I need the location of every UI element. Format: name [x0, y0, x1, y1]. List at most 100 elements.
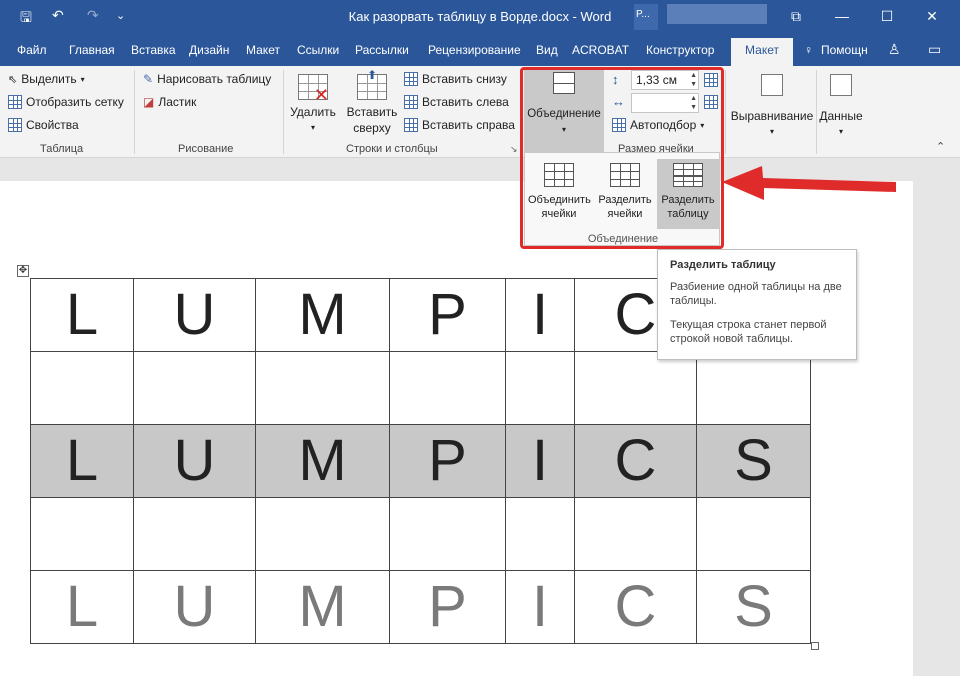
cursor-icon: ⇖ [8, 73, 18, 86]
split-table-tooltip: Разделить таблицу Разбиение одной таблиц… [657, 249, 857, 360]
spinner-icon[interactable]: ▲ ▼ [690, 71, 697, 89]
table-cell[interactable]: M [255, 570, 390, 644]
table-cell[interactable] [133, 351, 256, 425]
table-cell[interactable]: P [389, 570, 506, 644]
table-cell[interactable]: U [133, 424, 256, 498]
table-cell[interactable]: L [30, 424, 134, 498]
chevron-down-icon: ▾ [561, 125, 566, 134]
tab-review[interactable]: Рецензирование [428, 43, 521, 57]
table-cell[interactable] [30, 351, 134, 425]
table-cell[interactable] [574, 351, 697, 425]
table-cell[interactable] [696, 351, 811, 425]
lightbulb-icon: ♀ [804, 43, 813, 57]
insert-right-button[interactable]: Вставить справа [404, 118, 515, 132]
table-cell[interactable]: I [505, 278, 575, 352]
table-cell[interactable] [505, 351, 575, 425]
insert-right-icon [404, 118, 418, 132]
table-cell[interactable] [255, 497, 390, 571]
maximize-button[interactable]: ☐ [867, 5, 907, 27]
table-move-handle-icon[interactable]: ✥ [17, 265, 29, 277]
eraser-button[interactable]: ◪ Ластик [143, 95, 196, 109]
select-button[interactable]: ⇖ Выделить ▾ [8, 72, 85, 86]
alignment-label: Выравнивание [730, 109, 814, 123]
table-cell[interactable]: U [133, 278, 256, 352]
tab-page-layout[interactable]: Макет [246, 43, 280, 57]
table-cell[interactable]: S [696, 424, 811, 498]
distribute-rows-icon[interactable] [704, 73, 718, 87]
tooltip-note: Текущая строка станет первой строкой нов… [670, 319, 827, 345]
merge-panel-group-label: Объединение [587, 233, 659, 245]
table-cell[interactable]: C [574, 424, 697, 498]
merge-cells-button[interactable]: Объединить ячейки [528, 159, 591, 229]
table-cell[interactable]: L [30, 278, 134, 352]
tab-mailings[interactable]: Рассылки [355, 43, 409, 57]
insert-above-icon: ⬆ [357, 68, 387, 100]
merge-cells-label-2: ячейки [541, 208, 577, 220]
tab-insert[interactable]: Вставка [131, 43, 176, 57]
table-row-selected: L U M P I C S [30, 424, 811, 498]
table-row: L U M P I C S [30, 570, 811, 644]
table-resize-handle[interactable] [811, 642, 819, 650]
row-height-input[interactable]: 1,33 см ▲ ▼ [631, 70, 699, 90]
group-label-draw: Рисование [178, 143, 234, 155]
table-cell[interactable] [255, 351, 390, 425]
tab-view[interactable]: Вид [536, 43, 558, 57]
tab-acrobat[interactable]: ACROBAT [572, 43, 629, 57]
view-gridlines-button[interactable]: Отобразить сетку [8, 95, 124, 109]
autofit-icon [612, 118, 626, 132]
alignment-icon [761, 74, 783, 96]
tell-me-search[interactable]: Помощн [821, 43, 868, 57]
insert-above-button[interactable]: ⬆ Вставить сверху [344, 68, 400, 136]
autofit-button[interactable]: Автоподбор ▾ [612, 118, 704, 132]
user-account[interactable]: P... [634, 4, 658, 30]
table-cell[interactable] [696, 497, 811, 571]
delete-button[interactable]: ✕ Удалить ▾ [288, 74, 338, 136]
merge-cells-label-1: Объединить [528, 194, 591, 206]
table-cell[interactable]: M [255, 424, 390, 498]
tab-home[interactable]: Главная [69, 43, 115, 57]
minimize-button[interactable]: — [822, 5, 862, 27]
tab-table-layout[interactable]: Макет [731, 38, 793, 66]
table-cell[interactable]: L [30, 570, 134, 644]
table-cell[interactable]: I [505, 424, 575, 498]
table-cell[interactable]: S [696, 570, 811, 644]
table-cell[interactable]: U [133, 570, 256, 644]
tab-references[interactable]: Ссылки [297, 43, 339, 57]
split-cells-button[interactable]: Разделить ячейки [594, 159, 656, 229]
group-divider [725, 70, 726, 154]
draw-table-button[interactable]: ✎ Нарисовать таблицу [143, 72, 271, 86]
collapse-ribbon-icon[interactable]: ⌃ [936, 140, 945, 153]
table-cell[interactable] [574, 497, 697, 571]
dialog-launcher-icon[interactable]: ↘ [510, 144, 518, 155]
table-cell[interactable]: M [255, 278, 390, 352]
alignment-button[interactable]: Выравнивание ▾ [730, 74, 814, 140]
data-button[interactable]: Данные ▾ [818, 74, 864, 140]
table-cell[interactable]: P [389, 278, 506, 352]
spinner-icon[interactable]: ▲ ▼ [690, 94, 697, 112]
properties-button[interactable]: Свойства [8, 118, 79, 132]
table-cell[interactable] [30, 497, 134, 571]
close-button[interactable]: ✕ [912, 5, 952, 27]
group-label-table: Таблица [40, 143, 84, 155]
column-width-input[interactable]: ▲ ▼ [631, 93, 699, 113]
comments-icon[interactable]: ▭ [928, 41, 941, 58]
insert-below-button[interactable]: Вставить снизу [404, 72, 507, 86]
tab-table-design[interactable]: Конструктор [646, 43, 714, 57]
table-cell[interactable] [133, 497, 256, 571]
table-cell[interactable]: I [505, 570, 575, 644]
insert-left-button[interactable]: Вставить слева [404, 95, 509, 109]
tooltip-title: Разделить таблицу [670, 259, 776, 271]
share-user-icon[interactable]: ♙ [888, 41, 901, 58]
split-cells-icon [610, 163, 640, 187]
split-table-button[interactable]: Разделить таблицу [657, 159, 719, 229]
table-cell[interactable] [389, 351, 506, 425]
merge-group-button[interactable]: Объединение ▾ [524, 70, 604, 152]
table-cell[interactable] [389, 497, 506, 571]
distribute-columns-icon[interactable] [704, 95, 718, 109]
ribbon-display-options-icon[interactable]: ⧉ [776, 5, 816, 27]
tab-design[interactable]: Дизайн [189, 43, 229, 57]
table-cell[interactable]: C [574, 570, 697, 644]
table-cell[interactable] [505, 497, 575, 571]
table-cell[interactable]: P [389, 424, 506, 498]
tab-file[interactable]: Файл [17, 43, 47, 57]
